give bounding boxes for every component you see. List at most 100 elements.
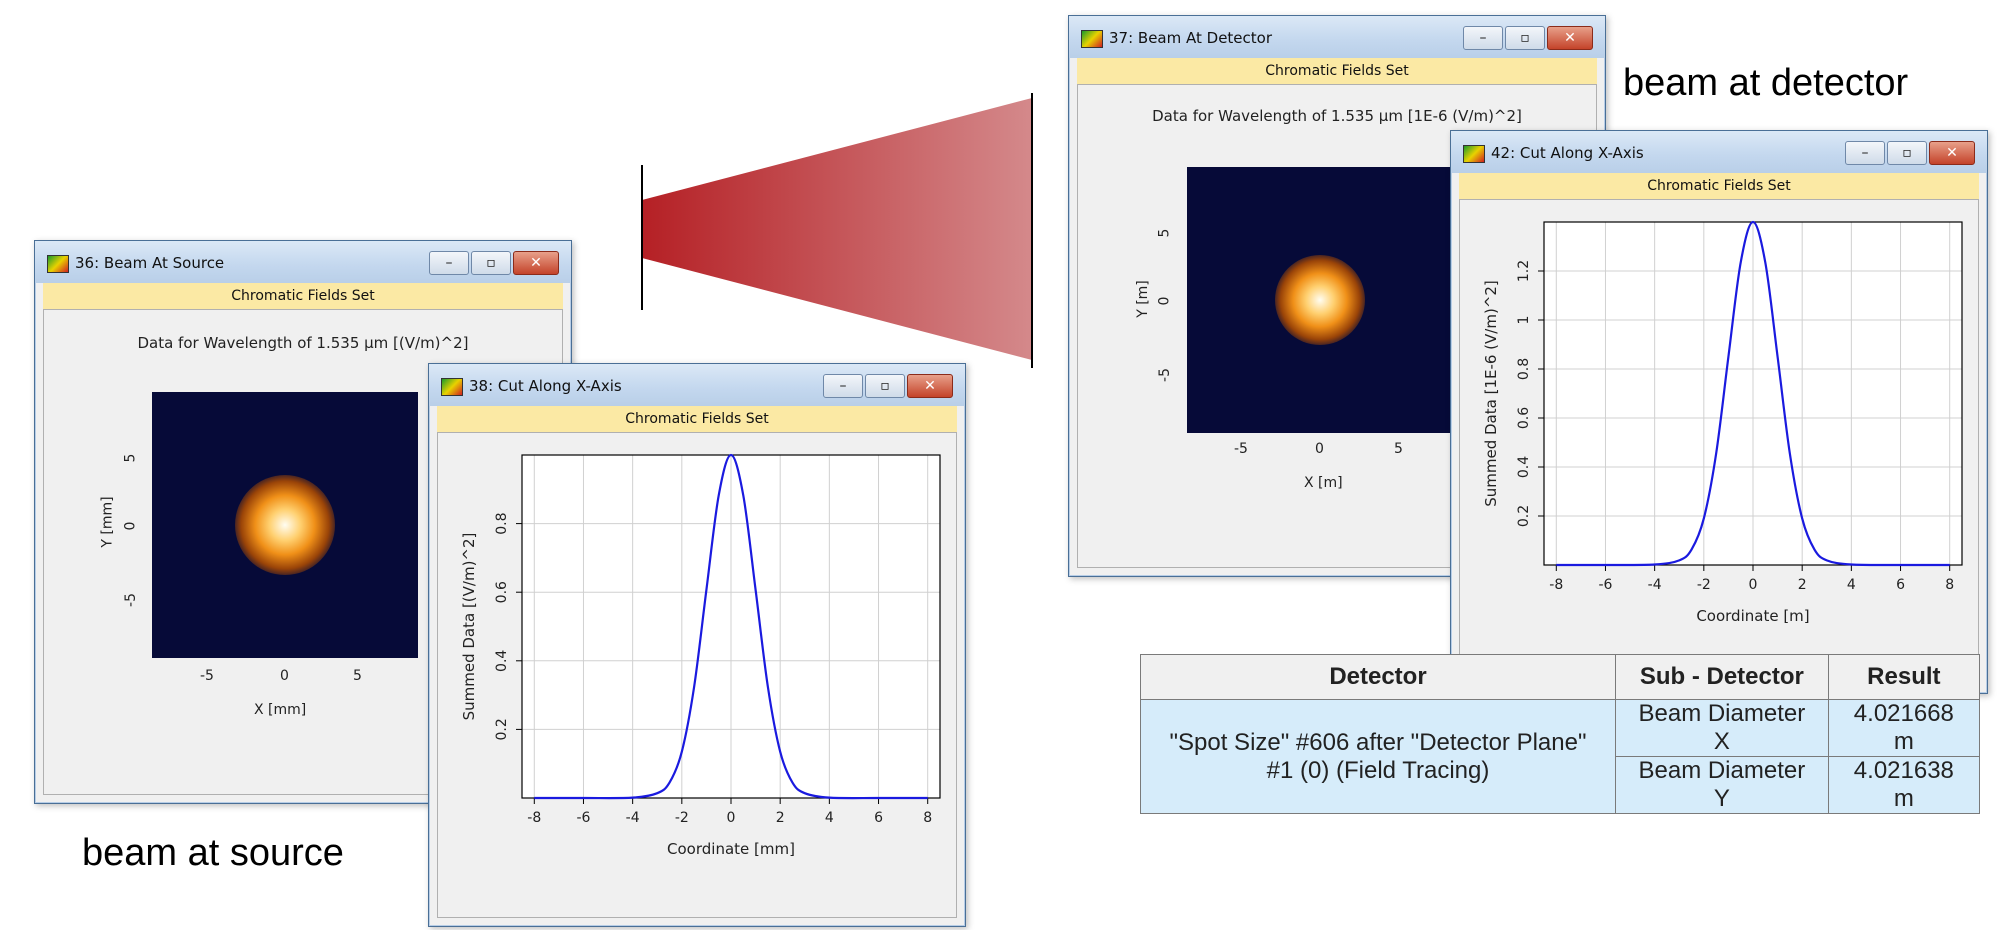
y-axis-label: Summed Data [1E-6 (V/m)^2] [1482, 280, 1500, 507]
x-tick: 0 [1315, 441, 1324, 457]
app-icon [1463, 145, 1485, 163]
title-bar[interactable]: 36: Beam At Source – ▫ ✕ [35, 241, 571, 283]
x-tick-label: -8 [1549, 577, 1563, 593]
maximize-button[interactable]: ▫ [1505, 26, 1545, 50]
data-wavelength-label: Data for Wavelength of 1.535 µm [(V/m)^2… [137, 334, 469, 352]
y-tick-label: 0.4 [1516, 456, 1532, 478]
y-tick-label: 0.8 [494, 512, 510, 534]
y-tick-label: 1.2 [1516, 260, 1532, 282]
chromatic-fields-band: Chromatic Fields Set [1459, 173, 1979, 200]
app-icon [47, 255, 69, 273]
caption-beam-at-detector: beam at detector [1623, 62, 1909, 104]
title-bar[interactable]: 37: Beam At Detector – ▫ ✕ [1069, 16, 1605, 58]
x-tick-label: 8 [1945, 577, 1954, 593]
table-row: "Spot Size" #606 after "Detector Plane" … [1140, 699, 1981, 814]
x-tick-label: -4 [626, 810, 640, 826]
header-result: Result [1827, 654, 1981, 700]
x-axis-label: Coordinate [mm] [667, 840, 795, 858]
x-tick: -5 [200, 668, 214, 684]
x-tick-label: -6 [1598, 577, 1612, 593]
window-title: 38: Cut Along X-Axis [469, 377, 622, 395]
app-icon [441, 378, 463, 396]
app-icon [1081, 30, 1103, 48]
table-header-row: Detector Sub - Detector Result [1140, 654, 1981, 700]
x-tick-label: 0 [727, 810, 736, 826]
x-tick-label: 2 [776, 810, 785, 826]
x-tick-label: -2 [675, 810, 689, 826]
close-button[interactable]: ✕ [1929, 141, 1975, 165]
intensity-map [152, 392, 418, 658]
maximize-button[interactable]: ▫ [1887, 141, 1927, 165]
y-tick: -5 [1156, 368, 1173, 382]
plot-area: -8 -6 -4 -2 0 2 4 6 8 0.2 0.4 0.6 0.8 Coordinate [mm]… [437, 432, 957, 918]
intensity-map [1187, 167, 1453, 433]
close-button[interactable]: ✕ [513, 251, 559, 275]
y-axis-label: Y [mm] [99, 496, 116, 548]
minimize-button[interactable]: – [823, 374, 863, 398]
header-sub-detector: Sub - Detector [1615, 654, 1829, 700]
window-title: 37: Beam At Detector [1109, 29, 1273, 47]
y-tick-label: 0.6 [1516, 407, 1532, 429]
cut-x-chart-detector: -8 -6 -4 -2 0 2 4 6 8 0.2 0.4 0.6 0.8 1 1.2 Coordinate … [1482, 220, 1963, 625]
plot-area: -8 -6 -4 -2 0 2 4 6 8 0.2 0.4 0.6 0.8 1 1.2 Coordinate … [1459, 199, 1979, 685]
y-tick: 5 [1156, 228, 1173, 238]
result-table: Detector Sub - Detector Result "Spot Siz… [1140, 654, 1981, 814]
x-tick-label: 0 [1749, 577, 1758, 593]
chromatic-fields-band: Chromatic Fields Set [437, 406, 957, 433]
window-cut-along-x-detector[interactable]: 42: Cut Along X-Axis – ▫ ✕ Chromatic Fie… [1450, 130, 1988, 694]
x-axis-label: X [m] [1304, 475, 1343, 491]
x-tick-label: 4 [1847, 577, 1856, 593]
detector-name-line2: #1 (0) (Field Tracing) [1266, 756, 1490, 784]
window-title: 42: Cut Along X-Axis [1491, 144, 1644, 162]
beam-cone-graphic [641, 93, 1033, 368]
cut-x-chart-source: -8 -6 -4 -2 0 2 4 6 8 0.2 0.4 0.6 0.8 Coordinate [mm]… [460, 453, 941, 858]
y-tick-label: 0.6 [494, 581, 510, 603]
caption-beam-at-source: beam at source [82, 832, 344, 874]
y-tick-label: 0.4 [494, 650, 510, 672]
title-bar[interactable]: 42: Cut Along X-Axis – ▫ ✕ [1451, 131, 1987, 173]
x-tick-label: 4 [825, 810, 834, 826]
y-tick-label: 0.8 [1516, 358, 1532, 380]
maximize-button[interactable]: ▫ [865, 374, 905, 398]
beam-spot [1275, 255, 1365, 345]
x-tick-label: 6 [874, 810, 883, 826]
header-detector: Detector [1140, 654, 1616, 700]
detector-name-line1: "Spot Size" #606 after "Detector Plane" [1169, 728, 1587, 756]
x-tick-label: -2 [1697, 577, 1711, 593]
maximize-button[interactable]: ▫ [471, 251, 511, 275]
minimize-button[interactable]: – [1463, 26, 1503, 50]
beam-spot [235, 475, 335, 575]
x-axis-label: X [mm] [254, 702, 307, 718]
y-tick-label: 1 [1516, 316, 1532, 325]
close-button[interactable]: ✕ [907, 374, 953, 398]
x-tick: 5 [353, 668, 362, 684]
minimize-button[interactable]: – [1845, 141, 1885, 165]
x-tick: -5 [1234, 441, 1248, 457]
y-tick: 0 [122, 521, 139, 531]
y-tick-label: 0.2 [1516, 505, 1532, 527]
y-axis-label: Summed Data [(V/m)^2] [460, 533, 478, 721]
minimize-button[interactable]: – [429, 251, 469, 275]
x-tick-label: 6 [1896, 577, 1905, 593]
x-axis-label: Coordinate [m] [1696, 607, 1809, 625]
window-title: 36: Beam At Source [75, 254, 225, 272]
detector-cell: "Spot Size" #606 after "Detector Plane" … [1140, 699, 1616, 814]
x-tick: 0 [280, 668, 289, 684]
beam-cone [642, 98, 1032, 360]
data-wavelength-label: Data for Wavelength of 1.535 µm [1E-6 (V… [1152, 107, 1522, 125]
title-bar[interactable]: 38: Cut Along X-Axis – ▫ ✕ [429, 364, 965, 406]
sub-detector-cell: Beam Diameter Y [1615, 756, 1829, 814]
chromatic-fields-band: Chromatic Fields Set [1077, 58, 1597, 85]
close-button[interactable]: ✕ [1547, 26, 1593, 50]
x-tick-label: -6 [576, 810, 590, 826]
y-tick: 0 [1156, 296, 1173, 306]
result-cell: 4.021638 m [1827, 756, 1981, 814]
x-tick-label: 2 [1798, 577, 1807, 593]
x-tick-label: 8 [923, 810, 932, 826]
x-tick-label: -4 [1648, 577, 1662, 593]
sub-detector-cell: Beam Diameter X [1615, 699, 1829, 757]
y-tick: 5 [122, 453, 139, 463]
window-cut-along-x-source[interactable]: 38: Cut Along X-Axis – ▫ ✕ Chromatic Fie… [428, 363, 966, 927]
y-tick-label: 0.2 [494, 718, 510, 740]
x-tick-label: -8 [527, 810, 541, 826]
